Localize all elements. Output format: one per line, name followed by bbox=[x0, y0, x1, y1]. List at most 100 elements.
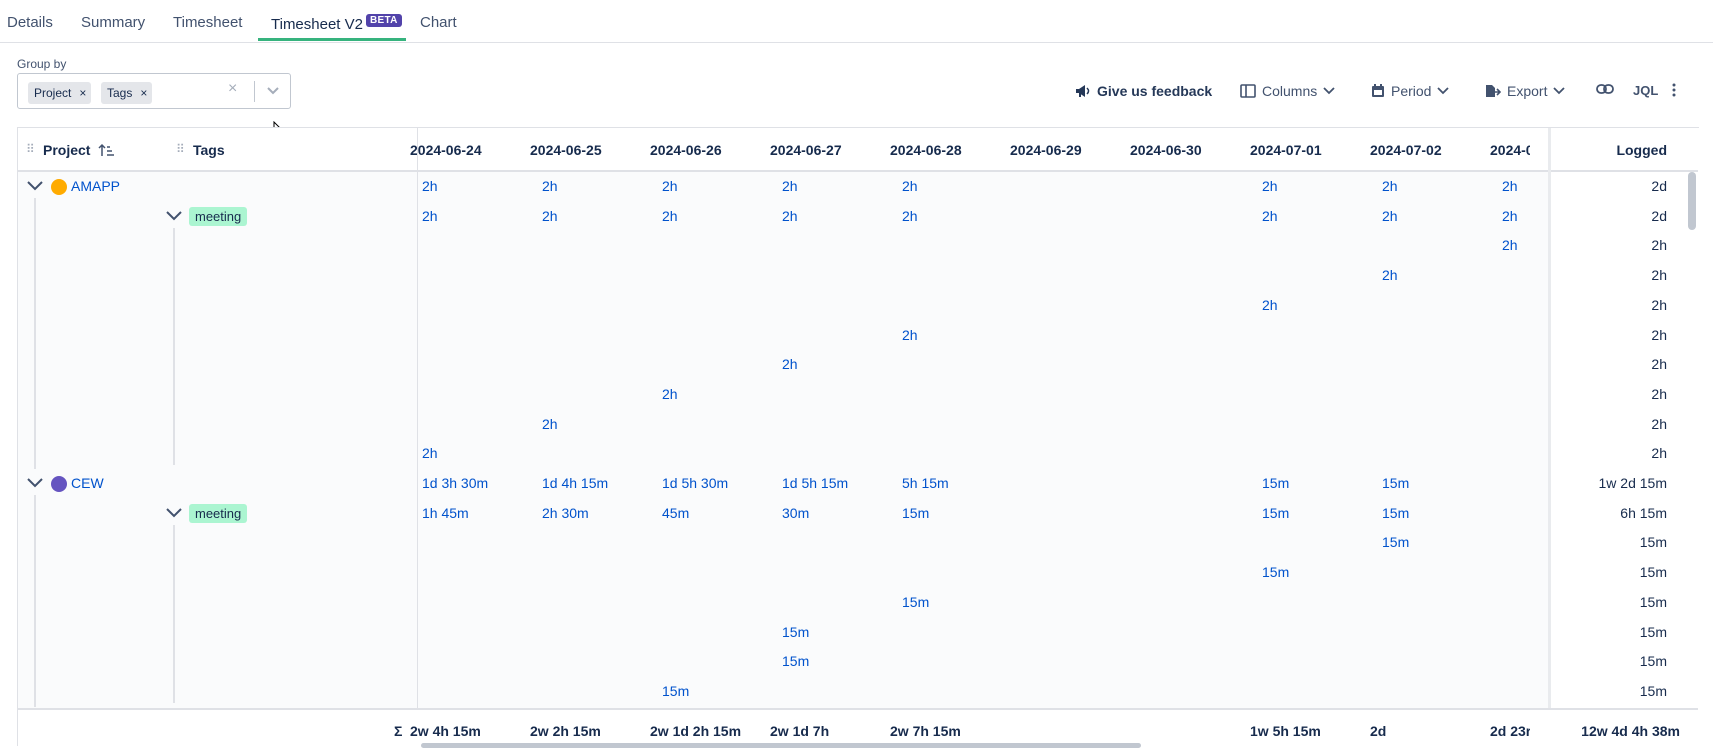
time-cell[interactable]: 2h bbox=[902, 327, 918, 343]
time-cell[interactable]: 1d 3h 30m bbox=[422, 475, 488, 491]
time-cell[interactable]: 15m bbox=[1262, 475, 1289, 491]
time-cell[interactable]: 15m bbox=[1382, 534, 1409, 550]
totals-row: Σ 2w 4h 15m 2w 2h 15m 2w 1d 2h 15m 2w 1d 7h… bbox=[18, 708, 1698, 750]
drag-handle-icon[interactable]: ⠿ bbox=[26, 142, 35, 156]
time-cell[interactable]: 2h bbox=[1502, 237, 1518, 253]
tab-summary[interactable]: Summary bbox=[81, 14, 145, 31]
footer-total: 2w 1d 7h bbox=[770, 723, 830, 739]
megaphone-icon bbox=[1076, 85, 1090, 97]
select-separator bbox=[254, 81, 255, 102]
project-link[interactable]: CEW bbox=[71, 475, 104, 491]
tag-badge: meeting bbox=[189, 206, 248, 226]
tab-timesheet[interactable]: Timesheet bbox=[173, 14, 242, 31]
time-cell[interactable]: 15m bbox=[1262, 564, 1289, 580]
time-cell[interactable]: 30m bbox=[782, 505, 809, 521]
chip-project: Project × bbox=[28, 82, 92, 104]
grid-header: ⠿ Project ⠿ Tags 2024-06-24 2024-06-25 202… bbox=[18, 128, 1698, 172]
time-cell[interactable]: 2h bbox=[902, 178, 918, 194]
time-cell[interactable]: 2h bbox=[902, 208, 918, 224]
more-button[interactable] bbox=[1672, 83, 1676, 97]
project-avatar-icon bbox=[51, 476, 67, 492]
chip-tags-label: Tags bbox=[107, 86, 133, 100]
time-cell[interactable]: 15m bbox=[1382, 505, 1409, 521]
drag-handle-icon[interactable]: ⠿ bbox=[176, 142, 185, 156]
columns-button[interactable]: Columns bbox=[1240, 83, 1335, 99]
time-cell[interactable]: 1d 5h 30m bbox=[662, 475, 728, 491]
time-cell[interactable]: 15m bbox=[1262, 505, 1289, 521]
time-cell[interactable]: 2h bbox=[1382, 178, 1398, 194]
date-header: 2024-07-02 bbox=[1370, 142, 1442, 158]
link-button[interactable] bbox=[1596, 83, 1614, 95]
feedback-button[interactable]: Give us feedback bbox=[1075, 83, 1212, 99]
time-cell[interactable]: 2h bbox=[1382, 208, 1398, 224]
time-cell[interactable]: 2h bbox=[422, 445, 438, 461]
time-cell[interactable]: 2h bbox=[662, 386, 678, 402]
time-cell[interactable]: 2h bbox=[422, 178, 438, 194]
chevron-down-icon[interactable] bbox=[26, 477, 44, 489]
export-icon bbox=[1486, 85, 1501, 97]
tree-line bbox=[173, 524, 175, 703]
time-cell[interactable]: 2h bbox=[662, 208, 678, 224]
row-logged: 2h bbox=[1651, 326, 1667, 343]
row-logged: 2h bbox=[1651, 267, 1667, 284]
time-cell[interactable]: 2h bbox=[1382, 267, 1398, 283]
project-link[interactable]: AMAPP bbox=[71, 178, 120, 194]
time-cell[interactable]: 15m bbox=[902, 594, 929, 610]
link-icon bbox=[1596, 84, 1614, 94]
time-cell[interactable]: 45m bbox=[662, 505, 689, 521]
export-button[interactable]: Export bbox=[1485, 83, 1566, 99]
time-cell[interactable]: 15m bbox=[902, 505, 929, 521]
time-cell[interactable]: 2h bbox=[662, 178, 678, 194]
chevron-down-icon[interactable] bbox=[266, 86, 280, 96]
period-button[interactable]: Period bbox=[1371, 83, 1450, 99]
time-cell[interactable]: 1d 4h 15m bbox=[542, 475, 608, 491]
chip-tags: Tags × bbox=[101, 82, 153, 104]
group-by-select[interactable]: Project × Tags × × bbox=[17, 73, 291, 109]
time-cell[interactable]: 15m bbox=[1382, 475, 1409, 491]
time-cell[interactable]: 2h bbox=[1262, 297, 1278, 313]
tab-timesheet-v2[interactable]: Timesheet V2 BETA bbox=[271, 14, 402, 33]
time-cell[interactable]: 2h bbox=[782, 208, 798, 224]
time-cell[interactable]: 2h bbox=[782, 356, 798, 372]
header-logged[interactable]: Logged bbox=[1616, 142, 1667, 158]
remove-tags-icon[interactable]: × bbox=[140, 82, 147, 104]
date-header: 2024-06-28 bbox=[890, 142, 962, 158]
tab-bar: Details Summary Timesheet Timesheet V2 BE… bbox=[0, 0, 1713, 43]
tab-details[interactable]: Details bbox=[7, 14, 53, 31]
date-header: 2024-07-01 bbox=[1250, 142, 1322, 158]
project-avatar-icon bbox=[51, 179, 67, 195]
chevron-down-icon[interactable] bbox=[165, 507, 183, 519]
header-project[interactable]: Project bbox=[43, 142, 90, 158]
time-cell[interactable]: 1d 5h 15m bbox=[782, 475, 848, 491]
time-cell[interactable]: 2h bbox=[1262, 208, 1278, 224]
header-tags[interactable]: Tags bbox=[193, 142, 225, 158]
time-cell[interactable]: 2h bbox=[422, 208, 438, 224]
time-cell[interactable]: 2h bbox=[542, 178, 558, 194]
time-cell[interactable]: 1h 45m bbox=[422, 505, 469, 521]
sort-ascending-icon[interactable] bbox=[98, 143, 114, 157]
export-label: Export bbox=[1507, 83, 1548, 99]
tab-chart[interactable]: Chart bbox=[420, 14, 457, 31]
time-cell[interactable]: 15m bbox=[782, 624, 809, 640]
time-cell[interactable]: 5h 15m bbox=[902, 475, 949, 491]
time-cell[interactable]: 2h 30m bbox=[542, 505, 589, 521]
row-logged: 2h bbox=[1651, 237, 1667, 254]
remove-project-icon[interactable]: × bbox=[79, 82, 86, 104]
time-cell[interactable]: 2h bbox=[1262, 178, 1278, 194]
vertical-scrollbar[interactable] bbox=[1688, 172, 1696, 230]
time-cell[interactable]: 2h bbox=[542, 416, 558, 432]
chip-project-label: Project bbox=[34, 86, 72, 100]
feedback-label: Give us feedback bbox=[1097, 83, 1213, 99]
chevron-down-icon[interactable] bbox=[165, 210, 183, 222]
jql-button[interactable]: JQL bbox=[1633, 83, 1658, 98]
chevron-down-icon[interactable] bbox=[26, 180, 44, 192]
time-cell[interactable]: 2h bbox=[542, 208, 558, 224]
clear-icon[interactable]: × bbox=[228, 80, 237, 98]
time-cell[interactable]: 15m bbox=[782, 653, 809, 669]
time-cell[interactable]: 15m bbox=[662, 683, 689, 699]
time-cell[interactable]: 2h bbox=[1502, 208, 1518, 224]
date-header: 2024-06-25 bbox=[530, 142, 602, 158]
time-cell[interactable]: 2h bbox=[782, 178, 798, 194]
chevron-down-icon bbox=[1323, 87, 1335, 95]
time-cell[interactable]: 2h bbox=[1502, 178, 1518, 194]
